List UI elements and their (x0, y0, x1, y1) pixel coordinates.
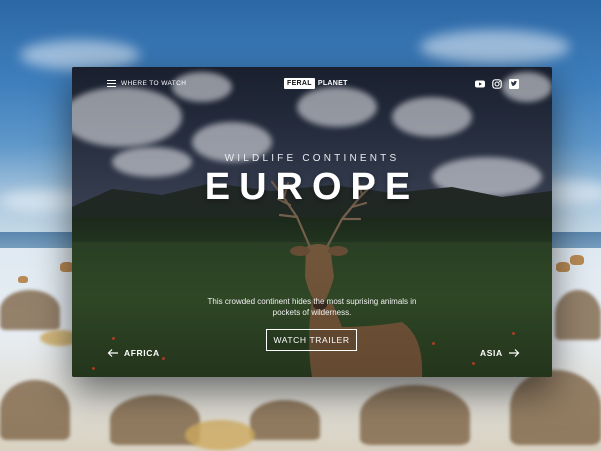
logo-text: PLANET (317, 80, 348, 87)
hamburger-menu-icon[interactable] (107, 80, 116, 87)
hero-description: This crowded continent hides the most su… (207, 297, 417, 317)
twitter-icon[interactable] (509, 79, 519, 89)
next-continent-label: ASIA (480, 348, 503, 358)
youtube-icon[interactable] (475, 79, 485, 89)
shrub (510, 370, 601, 445)
watch-trailer-label: WATCH TRAILER (273, 335, 350, 345)
pronghorn-animal (556, 262, 570, 272)
shrub (250, 400, 320, 440)
page-title: EUROPE (204, 166, 420, 208)
background-cloud (420, 30, 570, 64)
watch-trailer-button[interactable]: WATCH TRAILER (266, 329, 357, 351)
brand-logo[interactable]: FERAL PLANET (284, 78, 351, 89)
section-eyebrow: WILDLIFE CONTINENTS (224, 153, 400, 164)
arrow-left-icon (107, 349, 118, 357)
grass-tuft (185, 420, 255, 450)
instagram-icon[interactable] (492, 79, 502, 89)
shrub (0, 290, 60, 330)
where-to-watch-label: WHERE TO WATCH (121, 80, 187, 87)
shrub (555, 290, 601, 340)
background-cloud (20, 40, 140, 70)
prev-continent-label: AFRICA (124, 348, 160, 358)
shrub (360, 385, 470, 445)
where-to-watch-menu[interactable]: WHERE TO WATCH (107, 80, 186, 87)
hero-card: WHERE TO WATCH FERAL PLANET WILDLIFE CON… (72, 67, 552, 377)
pronghorn-animal (570, 255, 584, 265)
next-continent-link[interactable]: ASIA (480, 348, 520, 358)
social-links (475, 79, 519, 89)
arrow-right-icon (508, 349, 520, 357)
prev-continent-link[interactable]: AFRICA (107, 348, 160, 358)
shrub (0, 380, 70, 440)
pronghorn-animal (18, 276, 28, 283)
logo-boxed-text: FERAL (284, 78, 315, 89)
